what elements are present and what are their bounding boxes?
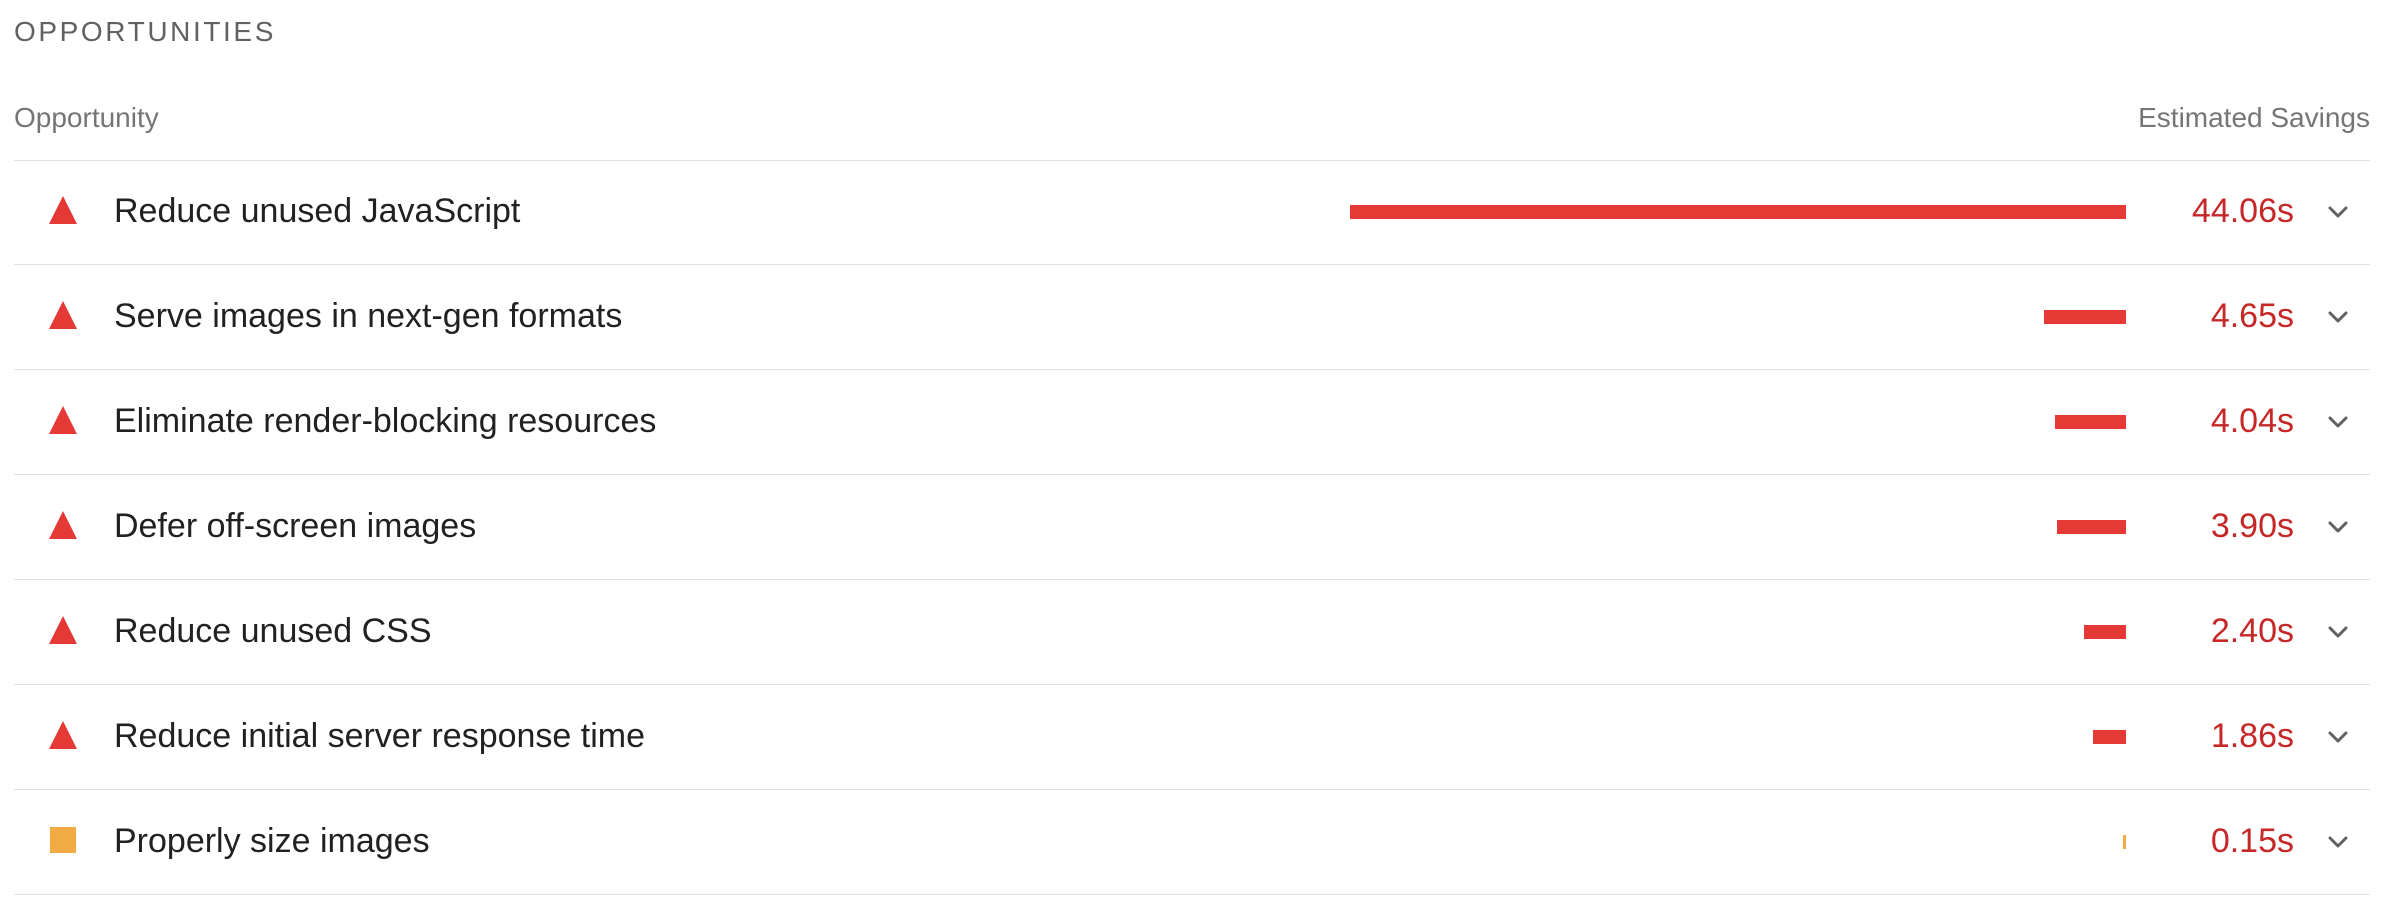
savings-value: 0.15s	[2210, 822, 2294, 860]
savings-bar	[1350, 205, 2126, 219]
chevron-down-icon[interactable]	[2326, 620, 2350, 644]
opportunity-label: Defer off-screen images	[114, 507, 477, 545]
chevron-down-icon[interactable]	[2326, 200, 2350, 224]
opportunity-row[interactable]: Serve images in next-gen formats 4.65s	[14, 265, 2370, 370]
average-square-icon	[48, 825, 78, 855]
opportunity-label: Properly size images	[114, 822, 430, 860]
chevron-down-icon[interactable]	[2326, 410, 2350, 434]
savings-bar	[2123, 835, 2126, 849]
opportunity-label: Eliminate render-blocking resources	[114, 402, 657, 440]
chevron-down-icon[interactable]	[2326, 830, 2350, 854]
warning-triangle-icon	[48, 720, 78, 750]
warning-triangle-icon	[48, 615, 78, 645]
savings-bar	[2057, 520, 2126, 534]
opportunity-row[interactable]: Defer off-screen images 3.90s	[14, 475, 2370, 580]
opportunities-section: OPPORTUNITIES Opportunity Estimated Savi…	[0, 0, 2386, 914]
warning-triangle-icon	[48, 405, 78, 435]
savings-bar-track	[1350, 625, 2126, 639]
savings-value: 1.86s	[2210, 717, 2294, 755]
table-header: Opportunity Estimated Savings	[14, 96, 2370, 161]
opportunity-column-header: Opportunity	[14, 102, 159, 133]
opportunity-row[interactable]: Reduce unused CSS 2.40s	[14, 580, 2370, 685]
savings-value: 4.65s	[2210, 297, 2294, 335]
savings-value: 3.90s	[2210, 507, 2294, 545]
savings-bar-track	[1350, 730, 2126, 744]
savings-column-header: Estimated Savings	[2138, 102, 2370, 133]
warning-triangle-icon	[48, 510, 78, 540]
chevron-down-icon[interactable]	[2326, 725, 2350, 749]
opportunity-row[interactable]: Reduce initial server response time 1.86s	[14, 685, 2370, 790]
savings-bar	[2093, 730, 2126, 744]
chevron-down-icon[interactable]	[2326, 305, 2350, 329]
savings-bar-track	[1350, 205, 2126, 219]
section-title: OPPORTUNITIES	[14, 16, 276, 47]
warning-triangle-icon	[48, 300, 78, 330]
opportunity-row[interactable]: Eliminate render-blocking resources 4.04s	[14, 370, 2370, 475]
opportunity-label: Reduce unused JavaScript	[114, 192, 521, 230]
savings-bar	[2084, 625, 2126, 639]
opportunity-row[interactable]: Properly size images 0.15s	[14, 790, 2370, 895]
savings-bar	[2044, 310, 2126, 324]
savings-bar	[2055, 415, 2126, 429]
savings-value: 44.06s	[2191, 192, 2294, 230]
opportunity-label: Reduce unused CSS	[114, 612, 432, 650]
opportunity-label: Reduce initial server response time	[114, 717, 646, 755]
savings-bar-track	[1350, 835, 2126, 849]
opportunity-label: Serve images in next-gen formats	[114, 297, 623, 335]
savings-value: 2.40s	[2210, 612, 2294, 650]
savings-bar-track	[1350, 415, 2126, 429]
savings-value: 4.04s	[2210, 402, 2294, 440]
opportunity-list: Reduce unused JavaScript 44.06s Serve imag…	[14, 160, 2370, 895]
warning-triangle-icon	[48, 195, 78, 225]
savings-bar-track	[1350, 520, 2126, 534]
savings-bar-track	[1350, 310, 2126, 324]
chevron-down-icon[interactable]	[2326, 515, 2350, 539]
opportunity-row[interactable]: Reduce unused JavaScript 44.06s	[14, 160, 2370, 265]
